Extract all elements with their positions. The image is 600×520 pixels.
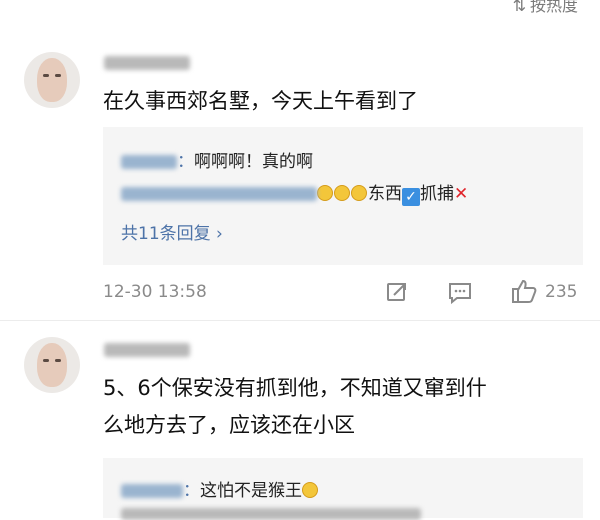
repost-icon[interactable] [385,280,409,304]
username-blurred[interactable] [104,343,190,357]
sort-by-hot-button[interactable]: ⇅ 按热度 [513,0,578,16]
comment-icon[interactable] [447,281,473,305]
timestamp: 12-30 13:58 [103,282,207,302]
laugh-emoji-icon [302,482,318,498]
divider [0,320,600,321]
reply-preview-box[interactable]: ：这怕不是猴王 [103,458,583,520]
sort-icon: ⇅ [512,0,526,15]
reply-line-blurred [121,508,421,520]
avatar-face [37,343,67,387]
reply-line: ：啊啊啊！真的啊 [121,147,313,172]
reply-text: 这怕不是猴王 [200,481,302,501]
reply-text: 抓捕 [420,184,454,204]
comment-text-line: 5、6个保安没有抓到他，不知道又窜到什 [103,376,487,400]
reply-username-blurred [121,155,177,169]
comment-text: 在久事西郊名墅，今天上午看到了 [103,89,418,113]
like-icon[interactable] [510,278,538,304]
reply-text: 啊啊啊！真的啊 [194,152,313,172]
laugh-emoji-icon [317,184,368,204]
reply-line: ：这怕不是猴王 [121,476,319,501]
reply-preview-box[interactable]: ：啊啊啊！真的啊 东西 ✓ 抓捕✕ 共11条回复 › [103,127,583,265]
checkmark-icon: ✓ [402,188,420,206]
like-count: 235 [545,282,578,302]
sort-label: 按热度 [529,0,578,15]
reply-line: 东西 ✓ 抓捕✕ [121,179,468,206]
reply-username-blurred [121,484,183,498]
cross-mark-icon: ✕ [454,184,469,204]
more-replies-link[interactable]: 共11条回复 › [121,219,223,244]
reply-username-blurred [121,187,317,201]
username-blurred[interactable] [104,56,190,70]
avatar-face [37,58,67,102]
avatar[interactable] [24,337,80,393]
avatar[interactable] [24,52,80,108]
reply-text: 东西 [368,184,402,204]
comment-text-line: 么地方去了，应该还在小区 [103,413,355,437]
